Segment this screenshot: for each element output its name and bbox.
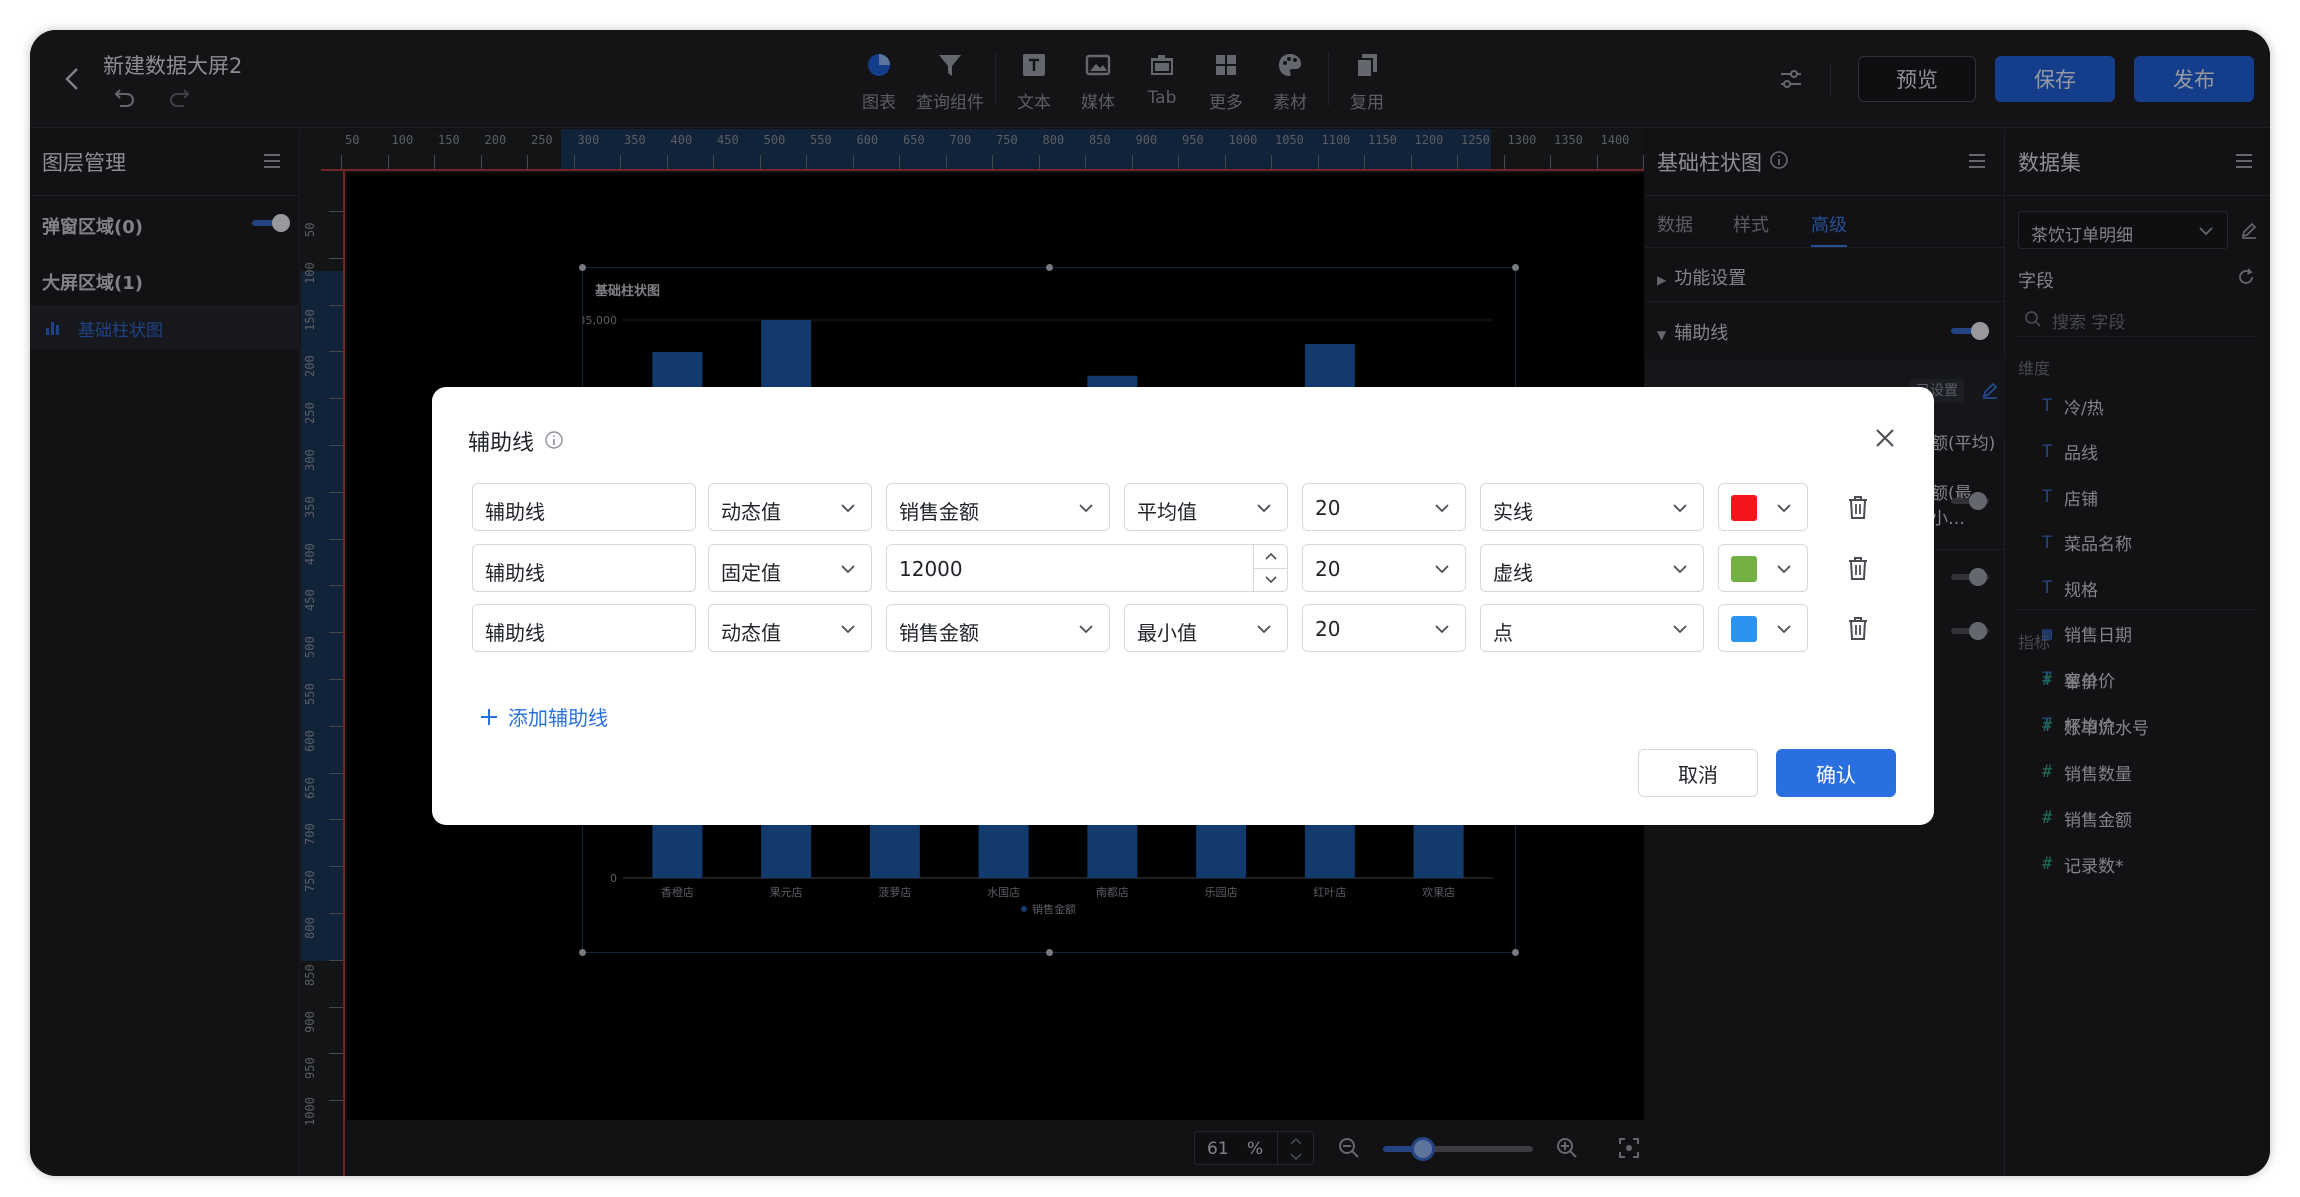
aux-line-name-input[interactable]: 辅助线 — [472, 483, 696, 531]
input-value: 12000 — [899, 557, 963, 581]
input-value: 辅助线 — [485, 500, 545, 524]
field-select[interactable]: 销售金额 — [886, 604, 1110, 652]
chevron-down-icon — [841, 504, 855, 513]
select-value: 销售金额 — [899, 500, 979, 524]
aux-line-row: 辅助线 动态值 销售金额 平均值 20 实线 — [472, 483, 1892, 531]
value-type-select[interactable]: 固定值 — [708, 544, 872, 592]
input-value: 辅助线 — [485, 621, 545, 645]
select-value: 实线 — [1493, 500, 1533, 524]
select-value: 平均值 — [1137, 500, 1197, 524]
add-aux-line-label: 添加辅助线 — [508, 706, 608, 730]
chevron-down-icon — [1435, 565, 1449, 574]
chevron-down-icon — [1435, 625, 1449, 634]
chevron-down-icon — [1257, 625, 1271, 634]
info-icon[interactable] — [544, 430, 564, 450]
cancel-button[interactable]: 取消 — [1638, 749, 1758, 797]
value-type-select[interactable]: 动态值 — [708, 483, 872, 531]
aux-line-row: 辅助线 动态值 销售金额 最小值 20 点 — [472, 604, 1892, 652]
color-picker[interactable] — [1718, 544, 1808, 592]
line-width-select[interactable]: 20 — [1302, 483, 1466, 531]
color-swatch — [1731, 616, 1757, 642]
line-style-select[interactable]: 点 — [1480, 604, 1704, 652]
fixed-value-input[interactable]: 12000 — [886, 544, 1288, 592]
close-icon[interactable] — [1872, 425, 1898, 451]
trash-icon[interactable] — [1844, 554, 1872, 582]
line-width-select[interactable]: 20 — [1302, 544, 1466, 592]
select-value: 固定值 — [721, 561, 781, 585]
select-value: 最小值 — [1137, 621, 1197, 645]
chevron-down-icon — [1257, 504, 1271, 513]
chevron-down-icon — [1777, 565, 1791, 574]
select-value: 20 — [1315, 496, 1341, 520]
value-type-select[interactable]: 动态值 — [708, 604, 872, 652]
chevron-down-icon — [841, 625, 855, 634]
select-value: 销售金额 — [899, 621, 979, 645]
chevron-down-icon — [1435, 504, 1449, 513]
aggregation-select[interactable]: 最小值 — [1124, 604, 1288, 652]
color-swatch — [1731, 556, 1757, 582]
color-picker[interactable] — [1718, 604, 1808, 652]
select-value: 动态值 — [721, 621, 781, 645]
chevron-down-icon — [841, 565, 855, 574]
aux-line-name-input[interactable]: 辅助线 — [472, 604, 696, 652]
field-select[interactable]: 销售金额 — [886, 483, 1110, 531]
trash-icon[interactable] — [1844, 614, 1872, 642]
chevron-down-icon — [1673, 625, 1687, 634]
select-value: 虚线 — [1493, 561, 1533, 585]
select-value: 20 — [1315, 557, 1341, 581]
confirm-button[interactable]: 确认 — [1776, 749, 1896, 797]
dialog-title: 辅助线 — [468, 431, 535, 456]
trash-icon[interactable] — [1844, 493, 1872, 521]
aux-line-name-input[interactable]: 辅助线 — [472, 544, 696, 592]
color-picker[interactable] — [1718, 483, 1808, 531]
chevron-up-icon[interactable] — [1264, 550, 1278, 562]
value-stepper[interactable] — [1253, 545, 1288, 591]
add-aux-line-button[interactable]: 添加辅助线 — [478, 702, 608, 731]
select-value: 点 — [1493, 621, 1513, 645]
input-value: 辅助线 — [485, 561, 545, 585]
chevron-down-icon[interactable] — [1264, 574, 1278, 586]
chevron-down-icon — [1777, 625, 1791, 634]
aux-line-dialog: 辅助线 辅助线 动态值 销售金额 平均值 20 实线 辅助线 固定值 12000 — [432, 387, 1934, 825]
line-width-select[interactable]: 20 — [1302, 604, 1466, 652]
color-swatch — [1731, 495, 1757, 521]
chevron-down-icon — [1673, 504, 1687, 513]
select-value: 20 — [1315, 617, 1341, 641]
aux-line-row: 辅助线 固定值 12000 20 虚线 — [472, 544, 1892, 592]
chevron-down-icon — [1777, 504, 1791, 513]
chevron-down-icon — [1079, 625, 1093, 634]
chevron-down-icon — [1079, 504, 1093, 513]
aggregation-select[interactable]: 平均值 — [1124, 483, 1288, 531]
line-style-select[interactable]: 实线 — [1480, 483, 1704, 531]
select-value: 动态值 — [721, 500, 781, 524]
line-style-select[interactable]: 虚线 — [1480, 544, 1704, 592]
plus-icon — [481, 708, 497, 725]
chevron-down-icon — [1673, 565, 1687, 574]
app-window: 新建数据大屏2 图表 查询组件 文本 媒体 Tab 更多 素材 复用 预览 保存… — [30, 30, 2270, 1176]
